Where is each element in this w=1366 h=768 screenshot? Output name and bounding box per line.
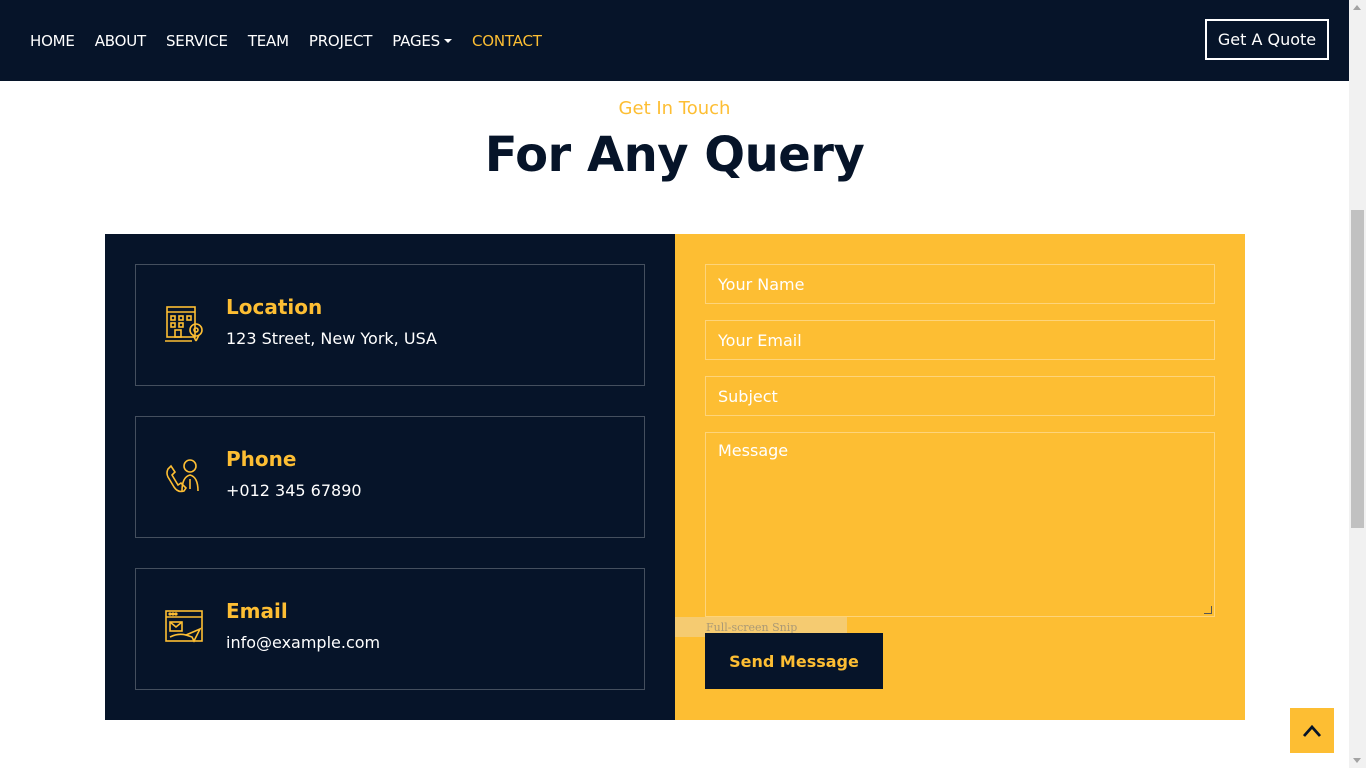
caret-down-icon	[444, 39, 452, 43]
nav-contact[interactable]: CONTACT	[472, 32, 542, 50]
message-placeholder: Message	[718, 441, 789, 460]
contact-form-panel: Your Name Your Email Subject Message Ful…	[675, 234, 1245, 720]
phone-card: Phone +012 345 67890	[135, 416, 645, 538]
email-card: Email info@example.com	[135, 568, 645, 690]
your-name-input[interactable]: Your Name	[705, 264, 1215, 304]
navbar: HOME ABOUT SERVICE TEAM PROJECT PAGES CO…	[0, 0, 1349, 81]
location-card: Location 123 Street, New York, USA	[135, 264, 645, 386]
your-email-input[interactable]: Your Email	[705, 320, 1215, 360]
phone-support-icon	[166, 459, 199, 493]
resize-grip-icon[interactable]	[1204, 606, 1212, 614]
message-textarea[interactable]: Message	[705, 432, 1215, 617]
nav-home[interactable]: HOME	[30, 32, 75, 50]
nav-about[interactable]: ABOUT	[95, 32, 146, 50]
nav-service[interactable]: SERVICE	[166, 32, 228, 50]
back-to-top-button[interactable]	[1290, 708, 1334, 753]
scrollbar-thumb[interactable]	[1351, 210, 1364, 528]
nav-team[interactable]: TEAM	[248, 32, 289, 50]
section-subtitle: Get In Touch	[618, 98, 731, 119]
location-title: Location	[226, 295, 323, 319]
nav-links: HOME ABOUT SERVICE TEAM PROJECT PAGES CO…	[30, 0, 562, 81]
email-browser-icon	[165, 610, 203, 643]
nav-pages-label: PAGES	[392, 31, 440, 50]
email-title: Email	[226, 599, 288, 623]
location-text: 123 Street, New York, USA	[226, 329, 437, 348]
email-text: info@example.com	[226, 633, 381, 652]
chevron-up-icon	[1302, 724, 1322, 737]
section-title: For Any Query	[484, 127, 865, 183]
send-message-button[interactable]: Send Message	[705, 633, 883, 689]
phone-text: +012 345 67890	[226, 481, 362, 500]
phone-title: Phone	[226, 447, 297, 471]
scroll-up-icon[interactable]	[1353, 5, 1361, 10]
contact-info-panel: Location 123 Street, New York, USA Phone…	[105, 234, 675, 720]
location-building-icon	[165, 306, 203, 342]
scroll-down-icon[interactable]	[1353, 758, 1361, 763]
nav-project[interactable]: PROJECT	[309, 32, 373, 50]
get-a-quote-button[interactable]: Get A Quote	[1205, 19, 1329, 60]
subject-input[interactable]: Subject	[705, 376, 1215, 416]
page-scrollbar[interactable]	[1349, 0, 1366, 768]
nav-pages-dropdown[interactable]: PAGES	[392, 32, 452, 50]
